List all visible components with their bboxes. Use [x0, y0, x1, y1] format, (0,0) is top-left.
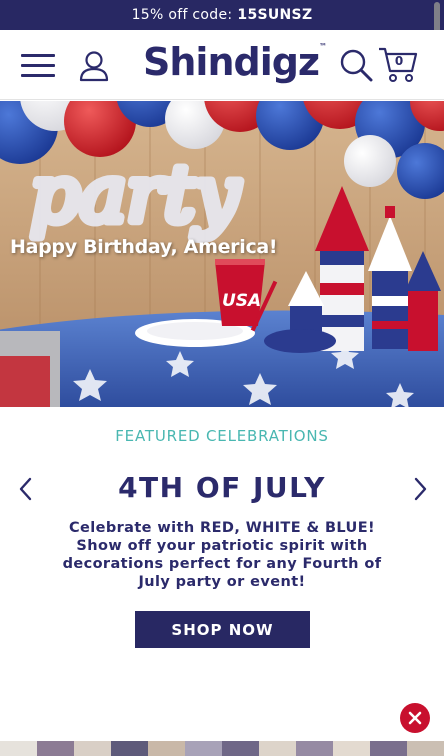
logo-text: Shindigz [143, 40, 320, 84]
featured-eyebrow: FEATURED CELEBRATIONS [115, 427, 329, 445]
feature-description: Celebrate with RED, WHITE & BLUE! Show o… [62, 520, 382, 590]
party-balloon-letters: party [30, 150, 240, 240]
feature-title: 4TH OF JULY [118, 471, 326, 504]
chevron-right-icon[interactable] [410, 476, 430, 502]
cart-count-badge: 0 [394, 54, 404, 68]
close-icon[interactable] [400, 703, 430, 733]
thumbnail-strip[interactable] [0, 741, 444, 756]
hamburger-icon[interactable] [21, 54, 55, 77]
promo-bar[interactable]: 15% off code: 15SUNSZ [0, 0, 444, 30]
hero-caption: Happy Birthday, America! [10, 236, 278, 258]
user-icon[interactable] [77, 48, 111, 82]
shindigz-logo[interactable]: Shindigz™ [143, 40, 327, 84]
promo-code: 15SUNSZ [237, 7, 313, 23]
promo-text: 15% off code: [131, 7, 233, 23]
search-icon[interactable] [339, 48, 373, 82]
trademark-mark: ™ [319, 42, 328, 52]
site-header: Shindigz™ 0 [0, 30, 444, 100]
shop-now-button[interactable]: SHOP NOW [135, 611, 310, 648]
hero-banner[interactable]: party USA Happy Birthday, America! [0, 101, 444, 407]
usa-cup-label: USA [222, 291, 261, 311]
